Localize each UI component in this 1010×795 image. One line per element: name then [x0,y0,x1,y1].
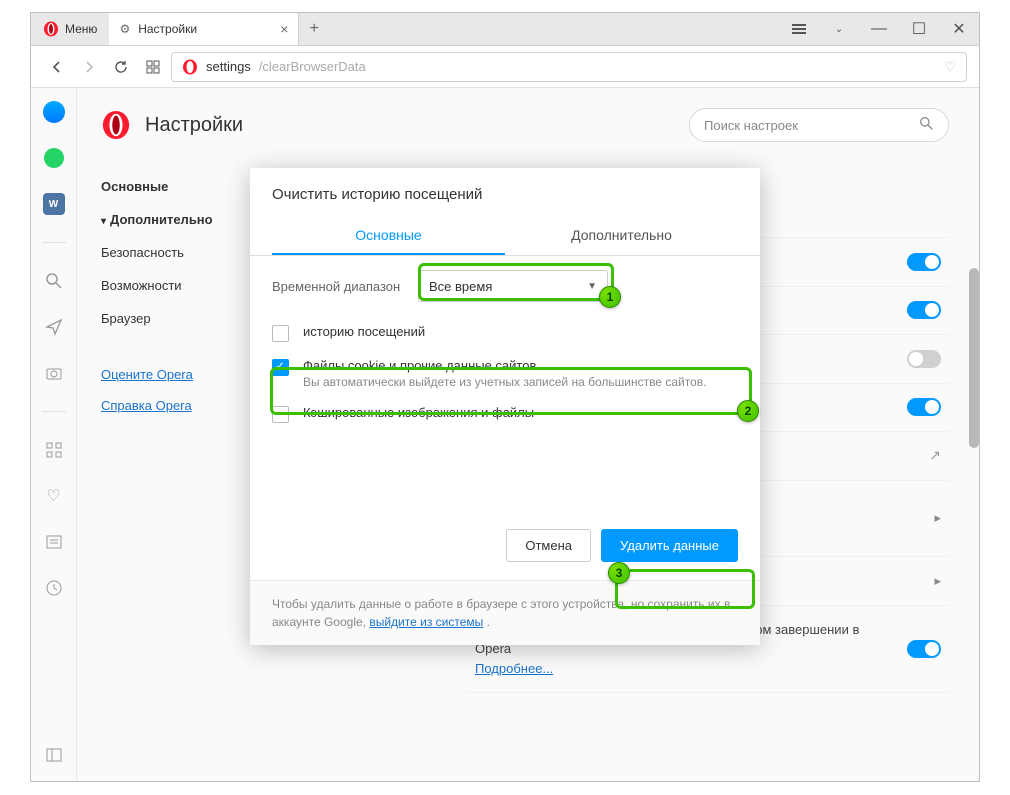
titlebar: Меню ⚙ Настройки × + ⌄ — ☐ ✕ [31,13,979,46]
search-icon [919,116,934,134]
time-range-select[interactable]: Все время ▼ [418,270,608,302]
chevron-down-icon: ▼ [587,281,597,292]
scrollbar[interactable] [969,268,979,448]
new-tab-button[interactable]: + [299,13,328,45]
url-protocol: settings [206,59,251,74]
checkbox[interactable] [272,406,289,423]
nav-main[interactable]: Основные [101,170,251,203]
dialog-tabs: Основные Дополнительно [250,217,760,256]
time-range-label: Временной диапазон [272,279,404,294]
search-placeholder: Поиск настроек [704,118,798,133]
separator [42,411,66,412]
close-window-button[interactable]: ✕ [939,19,979,39]
opera-favicon-icon [182,59,198,75]
favorites-icon[interactable]: ♡ [42,484,66,508]
chevron-right-icon: ▸ [934,573,941,589]
menu-button[interactable]: Меню [31,13,109,45]
page-header: Настройки Поиск настроек [101,108,949,142]
sign-out-link[interactable]: выйдите из системы [369,615,483,629]
checkbox[interactable] [272,325,289,342]
url-path: /clearBrowserData [259,59,366,74]
heart-icon[interactable]: ♡ [944,59,956,75]
address-bar: settings/clearBrowserData ♡ [31,46,979,88]
tab-title: Настройки [138,22,197,36]
sidebar-chevron-icon[interactable]: ⌄ [819,24,859,35]
whatsapp-icon[interactable] [42,146,66,170]
window-controls: ⌄ — ☐ ✕ [779,13,979,45]
external-link-icon[interactable]: ↗ [929,447,941,464]
news-icon[interactable] [42,530,66,554]
checkbox-checked[interactable] [272,359,289,376]
nav-browser[interactable]: Браузер [101,302,251,335]
nav-features[interactable]: Возможности [101,269,251,302]
sidebar-toggle-icon[interactable] [779,28,819,30]
close-tab-icon[interactable]: × [280,21,288,37]
dialog-tab-advanced[interactable]: Дополнительно [505,217,738,255]
speed-dial-icon[interactable] [139,53,167,81]
vk-icon[interactable]: W [42,192,66,216]
panel-toggle-icon[interactable] [42,743,66,767]
reload-button[interactable] [107,53,135,81]
toggle-switch[interactable] [907,640,941,658]
gear-icon: ⚙ [119,22,130,36]
search-icon[interactable] [42,269,66,293]
clear-browsing-data-dialog: Очистить историю посещений Основные Допо… [250,168,760,645]
app-sidebar: W ♡ [31,88,77,781]
time-range-row: Временной диапазон Все время ▼ [250,256,760,316]
back-button[interactable] [43,53,71,81]
time-range-value: Все время [429,279,492,294]
option-cookies[interactable]: Файлы cookie и прочие данные сайтов Вы а… [250,350,760,397]
camera-icon[interactable] [42,361,66,385]
cancel-button[interactable]: Отмена [506,529,591,562]
opera-logo-icon [43,21,59,37]
nav-rate-link[interactable]: Оцените Opera [101,359,251,390]
settings-search-input[interactable]: Поиск настроек [689,108,949,142]
opera-logo-icon [101,110,131,140]
clear-data-button[interactable]: Удалить данные [601,529,738,562]
url-input[interactable]: settings/clearBrowserData ♡ [171,52,967,82]
nav-security[interactable]: Безопасность [101,236,251,269]
history-icon[interactable] [42,576,66,600]
messenger-icon[interactable] [42,100,66,124]
separator [42,242,66,243]
settings-nav: Основные Дополнительно Безопасность Возм… [101,170,251,693]
tab-settings[interactable]: ⚙ Настройки × [109,13,299,45]
dialog-footer: Чтобы удалить данные о работе в браузере… [250,580,760,645]
menu-label: Меню [65,22,97,36]
dialog-tab-basic[interactable]: Основные [272,217,505,255]
nav-advanced[interactable]: Дополнительно [101,203,251,236]
toggle-switch[interactable] [907,398,941,416]
send-icon[interactable] [42,315,66,339]
maximize-button[interactable]: ☐ [899,19,939,39]
nav-help-link[interactable]: Справка Opera [101,390,251,421]
dialog-title: Очистить историю посещений [250,168,760,217]
toggle-switch[interactable] [907,253,941,271]
toggle-switch[interactable] [907,350,941,368]
toggle-switch[interactable] [907,301,941,319]
page-title: Настройки [145,114,243,137]
option-browsing-history[interactable]: историю посещений [250,316,760,350]
dialog-actions: Отмена Удалить данные [250,511,760,580]
extensions-icon[interactable] [42,438,66,462]
option-cache[interactable]: Кэшированные изображения и файлы [250,397,760,431]
chevron-right-icon: ▸ [934,510,941,526]
minimize-button[interactable]: — [859,20,899,38]
learn-more-link[interactable]: Подробнее... [475,661,553,676]
forward-button[interactable] [75,53,103,81]
